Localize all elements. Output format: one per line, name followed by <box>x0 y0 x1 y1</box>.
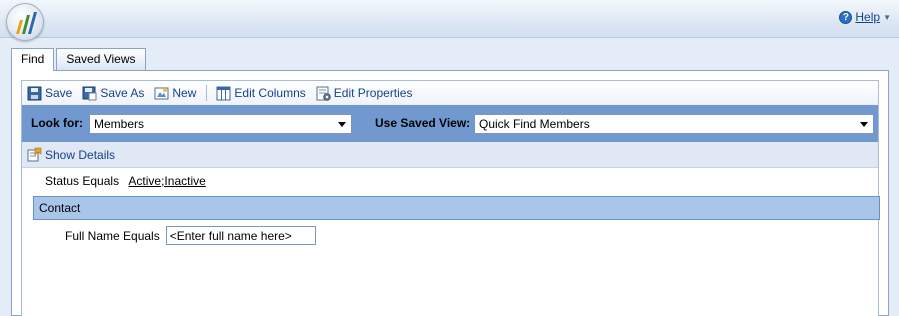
details-bar: Show Details <box>22 142 878 168</box>
dropdown-arrow-icon <box>338 122 346 127</box>
dynamics-logo-icon <box>16 12 37 34</box>
save-icon <box>27 86 42 100</box>
tab-find[interactable]: Find <box>11 48 55 71</box>
look-for-select[interactable]: Members <box>89 114 352 134</box>
show-details-icon <box>27 147 42 162</box>
saved-view-select[interactable]: Quick Find Members <box>474 114 874 134</box>
show-details-label: Show Details <box>45 147 116 162</box>
fullname-condition: Full Name Equals <box>65 226 316 245</box>
save-as-label: Save As <box>100 86 145 100</box>
toolbar-divider <box>206 85 208 101</box>
saved-view-label: Use Saved View: <box>375 116 471 130</box>
save-as-icon <box>82 86 97 100</box>
columns-icon <box>216 86 231 100</box>
toolbar: Save Save As New Edit Columns Edit Prope… <box>22 81 878 105</box>
chevron-down-icon: ▼ <box>883 12 891 22</box>
help-icon: ? <box>839 10 853 24</box>
look-for-bar: Look for: Members Use Saved View: Quick … <box>22 105 878 142</box>
look-for-value: Members <box>94 117 145 131</box>
fullname-label-text: Full Name <box>65 228 120 243</box>
help-menu[interactable]: ? Help ▼ <box>839 10 891 24</box>
status-value-link[interactable]: Active;Inactive <box>128 174 205 188</box>
edit-columns-button[interactable]: Edit Columns <box>216 86 306 101</box>
title-bar: ? Help ▼ <box>0 0 899 38</box>
find-panel: Save Save As New Edit Columns Edit Prope… <box>11 70 889 316</box>
app-logo[interactable] <box>6 3 44 41</box>
status-operator[interactable]: Equals <box>82 174 119 188</box>
help-label[interactable]: Help <box>855 10 880 24</box>
tab-saved-views[interactable]: Saved Views <box>56 48 146 70</box>
saved-view-value: Quick Find Members <box>479 117 590 131</box>
edit-properties-button[interactable]: Edit Properties <box>316 86 413 101</box>
edit-properties-label: Edit Properties <box>333 86 413 100</box>
new-button[interactable]: New <box>154 86 196 101</box>
criteria-area: Status Equals Active;Inactive Contact Fu… <box>22 168 880 316</box>
edit-columns-label: Edit Columns <box>234 86 306 100</box>
save-label: Save <box>45 86 73 100</box>
look-for-label: Look for: <box>31 116 83 130</box>
status-field-label: Status <box>45 174 80 188</box>
properties-icon <box>316 86 331 101</box>
new-label: New <box>172 86 197 100</box>
tab-strip: Find Saved Views <box>11 48 148 71</box>
status-condition: Status Equals Active;Inactive <box>45 174 206 188</box>
contact-group-header[interactable]: Contact <box>33 196 880 220</box>
fullname-input[interactable] <box>165 226 316 245</box>
fullname-field-label: Full Name Equals <box>65 229 160 243</box>
find-container: Save Save As New Edit Columns Edit Prope… <box>21 80 880 316</box>
save-button[interactable]: Save <box>27 86 72 101</box>
new-icon <box>154 87 169 99</box>
save-as-button[interactable]: Save As <box>82 86 144 101</box>
show-details-button[interactable]: Show Details <box>27 147 115 162</box>
fullname-operator[interactable]: Equals <box>123 229 160 243</box>
dropdown-arrow-icon <box>860 122 868 127</box>
